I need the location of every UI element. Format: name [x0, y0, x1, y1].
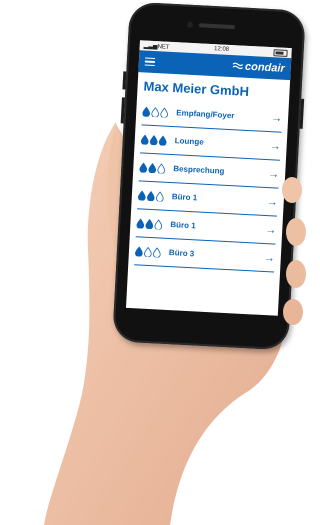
- hand-fingers: [282, 177, 306, 325]
- product-photo-scene: ▂▃▅NET 12:08 condair Max Meier GmbH Empf…: [0, 0, 313, 525]
